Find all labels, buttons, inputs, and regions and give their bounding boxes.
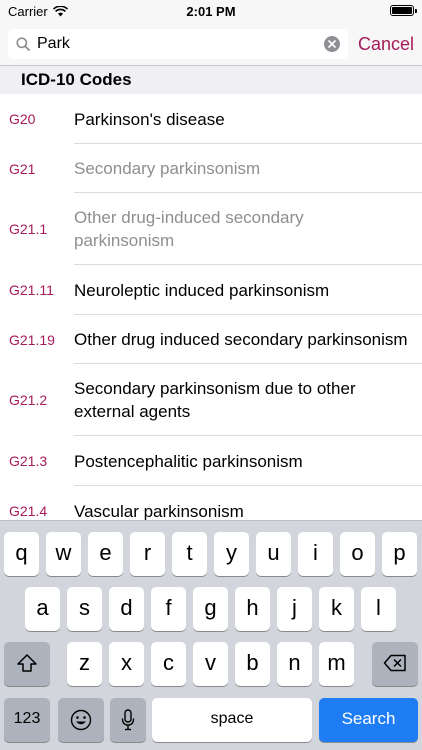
key-e[interactable]: e	[88, 532, 123, 576]
result-description: Parkinson's disease	[74, 109, 225, 129]
key-l[interactable]: l	[361, 587, 396, 631]
result-code: G21.3	[9, 453, 48, 469]
result-code: G21.4	[9, 503, 48, 519]
result-code: G21.1	[9, 221, 48, 237]
result-row[interactable]: G21 Secondary parkinsonism	[0, 144, 422, 193]
key-i[interactable]: i	[298, 532, 333, 576]
keyboard: q w e r t y u i o p a s d f g h j k l z …	[0, 520, 422, 750]
search-key[interactable]: Search	[319, 698, 418, 742]
key-q[interactable]: q	[4, 532, 39, 576]
result-description: Secondary parkinsonism due to other exte…	[74, 379, 356, 421]
result-description: Secondary parkinsonism	[74, 159, 261, 178]
result-row[interactable]: G21.19 Other drug induced secondary park…	[0, 315, 422, 364]
key-j[interactable]: j	[277, 587, 312, 631]
key-r[interactable]: r	[130, 532, 165, 576]
key-t[interactable]: t	[172, 532, 207, 576]
result-description: Postencephalitic parkinsonism	[74, 451, 303, 471]
emoji-icon	[70, 709, 92, 731]
results-list: G20 Parkinson's disease G21 Secondary pa…	[0, 94, 422, 520]
key-d[interactable]: d	[109, 587, 144, 631]
key-b[interactable]: b	[235, 642, 270, 686]
status-bar: Carrier 2:01 PM	[0, 0, 422, 22]
battery-icon	[390, 5, 417, 16]
key-h[interactable]: h	[235, 587, 270, 631]
search-bar: Cancel	[0, 22, 422, 66]
key-n[interactable]: n	[277, 642, 312, 686]
result-row[interactable]: G21.1 Other drug-induced secondary parki…	[0, 193, 422, 265]
key-m[interactable]: m	[319, 642, 354, 686]
microphone-icon	[121, 709, 135, 731]
result-row[interactable]: G21.2 Secondary parkinsonism due to othe…	[0, 364, 422, 436]
key-z[interactable]: z	[67, 642, 102, 686]
key-y[interactable]: y	[214, 532, 249, 576]
section-header: ICD-10 Codes	[0, 66, 422, 94]
result-row[interactable]: G20 Parkinson's disease	[0, 94, 422, 144]
numbers-key[interactable]: 123	[4, 698, 50, 742]
result-code: G20	[9, 111, 36, 127]
result-code: G21.11	[9, 282, 54, 298]
result-description: Neuroleptic induced parkinsonism	[74, 280, 330, 300]
key-f[interactable]: f	[151, 587, 186, 631]
backspace-key[interactable]	[372, 642, 418, 686]
result-row[interactable]: G21.4 Vascular parkinsonism	[0, 486, 422, 521]
search-icon	[16, 37, 30, 51]
key-s[interactable]: s	[67, 587, 102, 631]
result-code: G21.19	[9, 331, 55, 348]
key-g[interactable]: g	[193, 587, 228, 631]
shift-icon	[17, 654, 37, 672]
result-description: Other drug-induced secondary parkinsonis…	[74, 208, 304, 250]
key-c[interactable]: c	[151, 642, 186, 686]
status-time: 2:01 PM	[186, 4, 236, 19]
backspace-icon	[383, 654, 406, 672]
key-p[interactable]: p	[382, 532, 417, 576]
result-description: Vascular parkinsonism	[74, 501, 244, 521]
key-v[interactable]: v	[193, 642, 228, 686]
key-x[interactable]: x	[109, 642, 144, 686]
key-a[interactable]: a	[25, 587, 60, 631]
space-key[interactable]: space	[152, 698, 312, 742]
search-input[interactable]	[37, 29, 322, 59]
result-row[interactable]: G21.3 Postencephalitic parkinsonism	[0, 436, 422, 486]
result-description: Other drug induced secondary parkinsonis…	[74, 330, 408, 349]
result-code: G21	[9, 160, 36, 177]
search-field[interactable]	[8, 29, 348, 59]
dictation-key[interactable]	[110, 698, 146, 742]
result-row[interactable]: G21.11 Neuroleptic induced parkinsonism	[0, 265, 422, 315]
emoji-key[interactable]	[58, 698, 104, 742]
cancel-button[interactable]: Cancel	[358, 22, 414, 66]
shift-key[interactable]	[4, 642, 50, 686]
key-u[interactable]: u	[256, 532, 291, 576]
key-k[interactable]: k	[319, 587, 354, 631]
key-o[interactable]: o	[340, 532, 375, 576]
result-code: G21.2	[9, 392, 48, 408]
key-w[interactable]: w	[46, 532, 81, 576]
clear-search-icon[interactable]	[324, 36, 340, 52]
